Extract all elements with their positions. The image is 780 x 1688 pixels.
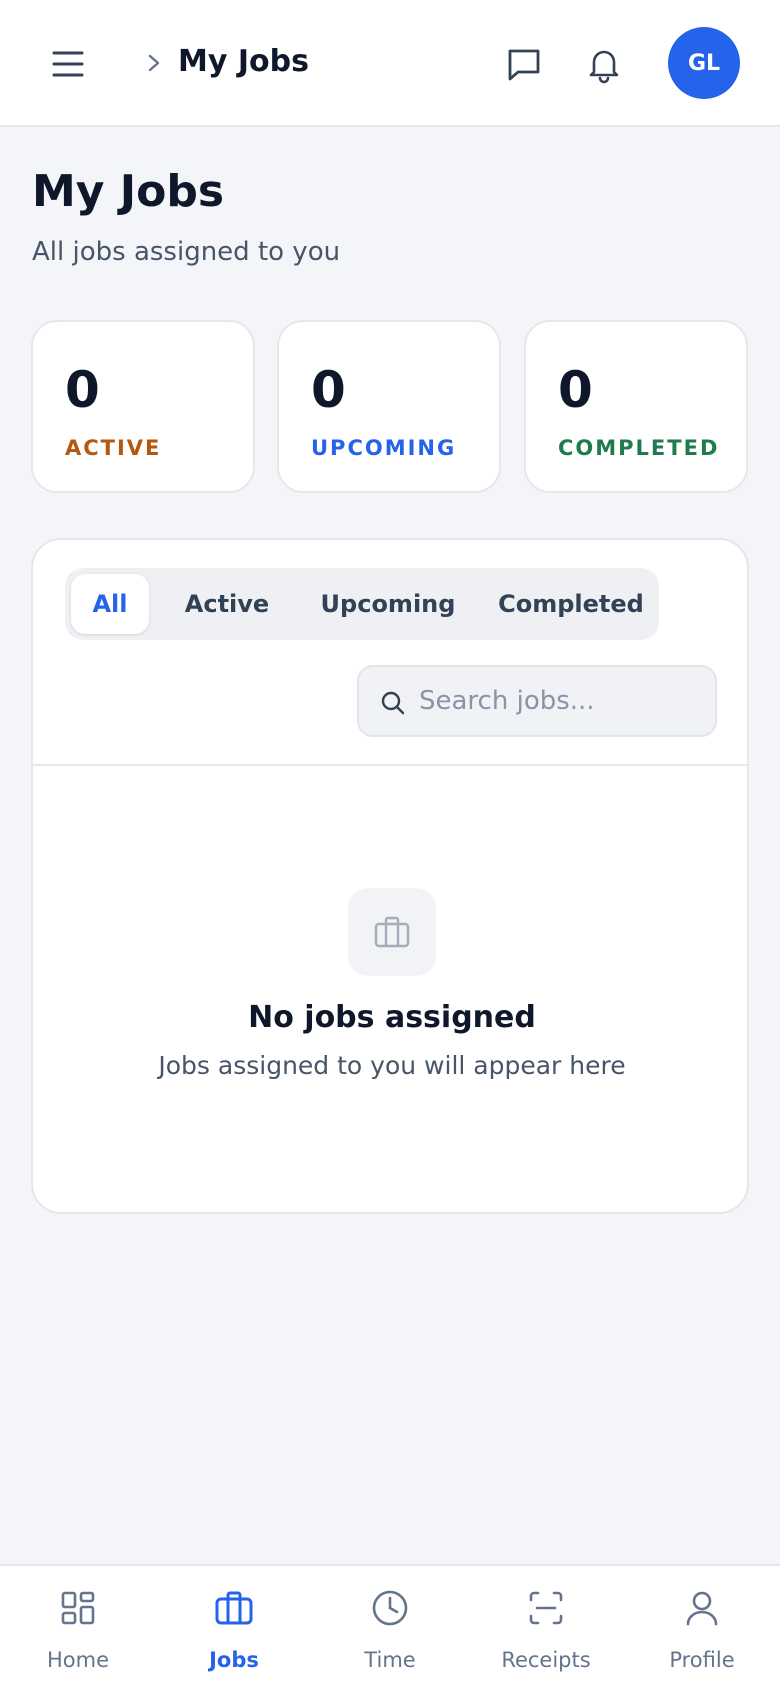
avatar-initials: GL xyxy=(687,50,721,76)
breadcrumb: My Jobs xyxy=(178,44,309,79)
nav-item-time[interactable]: Time xyxy=(312,1566,468,1688)
user-icon xyxy=(686,1591,718,1626)
page-title: My Jobs xyxy=(32,166,225,217)
stat-label: ACTIVE xyxy=(65,436,162,460)
stat-label: UPCOMING xyxy=(311,436,457,460)
app-screen: My Jobs GL My Jobs All jobs assigned to … xyxy=(0,0,780,1688)
filter-tabs: All Active Upcoming Completed xyxy=(65,568,659,640)
notifications-button[interactable] xyxy=(582,42,626,86)
nav-label: Time xyxy=(364,1648,416,1672)
nav-label: Profile xyxy=(669,1648,735,1672)
nav-label: Receipts xyxy=(501,1648,591,1672)
divider xyxy=(33,764,747,766)
stat-value: 0 xyxy=(65,361,100,419)
empty-state-icon-box xyxy=(348,888,436,976)
nav-item-profile[interactable]: Profile xyxy=(624,1566,780,1688)
bell-icon xyxy=(589,50,619,84)
clock-icon xyxy=(372,1590,408,1626)
tab-completed[interactable]: Completed xyxy=(483,574,659,634)
top-bar: My Jobs GL xyxy=(0,0,780,127)
scan-icon xyxy=(529,1591,563,1625)
bottom-nav: Home Jobs Time Receipts Profile xyxy=(0,1564,780,1688)
nav-item-receipts[interactable]: Receipts xyxy=(468,1566,624,1688)
briefcase-icon xyxy=(215,1591,253,1625)
stat-value: 0 xyxy=(558,361,593,419)
search-input[interactable] xyxy=(419,677,699,725)
stat-value: 0 xyxy=(311,361,346,419)
briefcase-icon xyxy=(374,916,410,948)
nav-item-home[interactable]: Home xyxy=(0,1566,156,1688)
search-box xyxy=(357,665,717,737)
empty-state-title: No jobs assigned xyxy=(248,1000,536,1035)
jobs-card: All Active Upcoming Completed No jobs as… xyxy=(31,538,749,1214)
empty-state-subtitle: Jobs assigned to you will appear here xyxy=(158,1051,626,1080)
stat-card-upcoming: 0 UPCOMING xyxy=(277,320,501,493)
nav-label: Jobs xyxy=(209,1648,259,1672)
tab-active[interactable]: Active xyxy=(161,574,293,634)
search-icon xyxy=(381,691,405,715)
stat-card-completed: 0 COMPLETED xyxy=(524,320,748,493)
messages-button[interactable] xyxy=(502,42,546,86)
avatar[interactable]: GL xyxy=(668,27,740,99)
nav-label: Home xyxy=(46,1648,109,1672)
stat-card-active: 0 ACTIVE xyxy=(31,320,255,493)
tab-upcoming[interactable]: Upcoming xyxy=(305,574,471,634)
chevron-right-icon xyxy=(148,54,160,72)
page-subtitle: All jobs assigned to you xyxy=(32,237,341,267)
stat-label: COMPLETED xyxy=(558,436,720,460)
menu-icon xyxy=(52,51,84,77)
nav-item-jobs[interactable]: Jobs xyxy=(156,1566,312,1688)
tab-all[interactable]: All xyxy=(71,574,149,634)
message-icon xyxy=(508,49,540,81)
menu-button[interactable] xyxy=(46,44,90,84)
grid-icon xyxy=(61,1591,95,1625)
